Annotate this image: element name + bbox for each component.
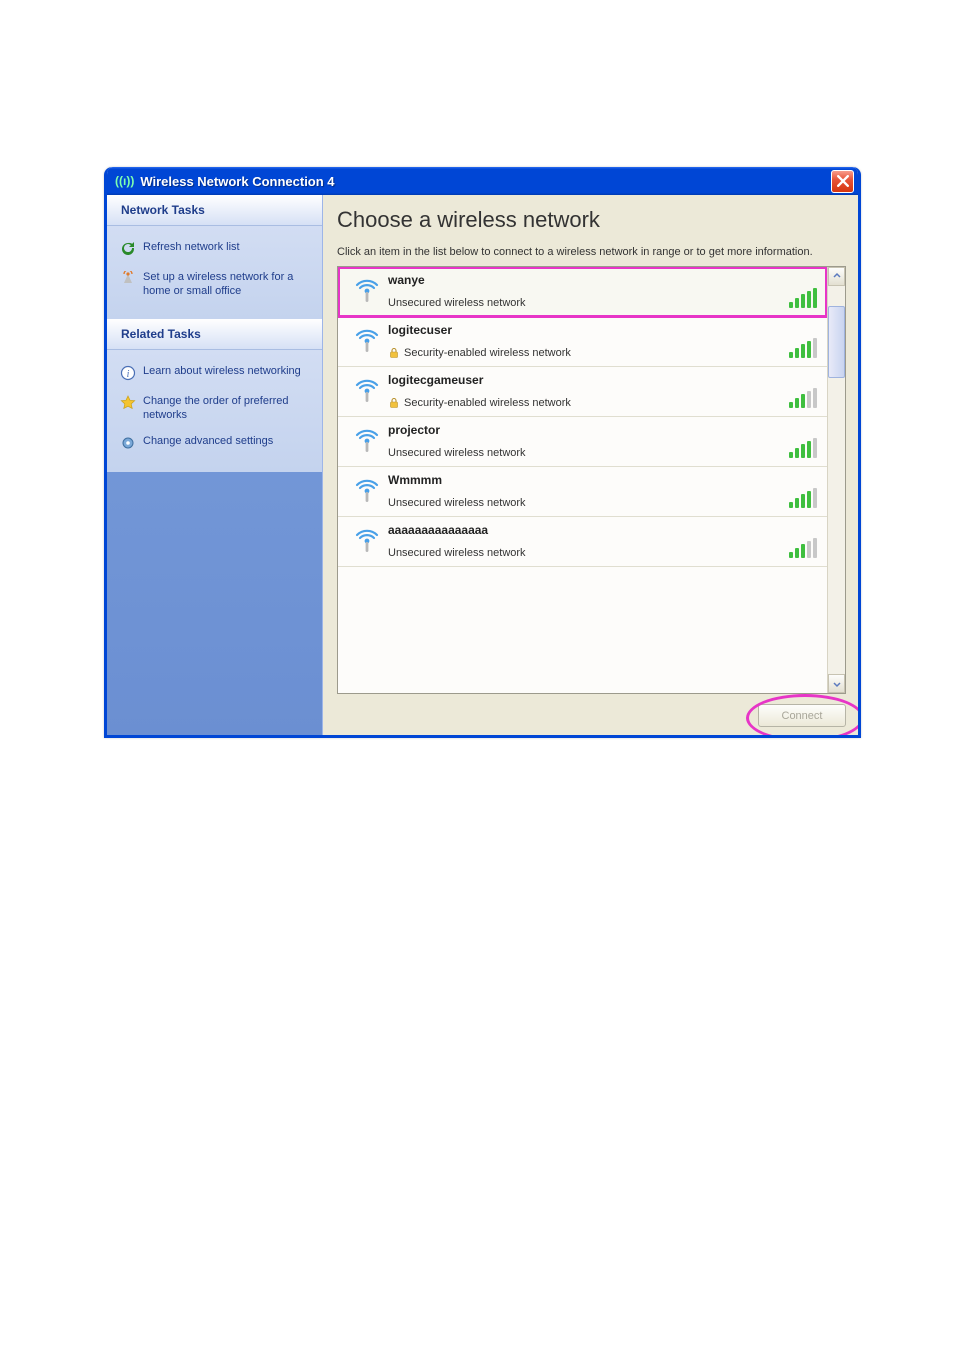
scroll-thumb[interactable] <box>828 306 845 378</box>
network-item[interactable]: wanye Unsecured wireless network <box>338 267 827 317</box>
wireless-icon <box>346 273 388 305</box>
task-change-order[interactable]: Change the order of preferred networks <box>117 388 312 429</box>
antenna-icon <box>119 270 137 288</box>
task-label: Set up a wireless network for a home or … <box>143 270 310 299</box>
wireless-window: ((ı)) Wireless Network Connection 4 Netw… <box>104 167 861 738</box>
network-item[interactable]: logitecuser Security-enabled wireless ne… <box>338 317 827 367</box>
svg-text:i: i <box>127 369 130 380</box>
network-status: Unsecured wireless network <box>388 547 819 559</box>
network-list-container: wanye Unsecured wireless network logitecus… <box>337 266 846 694</box>
sidebar: Network Tasks Refresh network list Set u… <box>107 195 323 735</box>
refresh-icon <box>119 240 137 258</box>
chevron-up-icon <box>833 272 841 280</box>
task-label: Refresh network list <box>143 240 240 254</box>
network-name: aaaaaaaaaaaaaaa <box>388 523 819 537</box>
task-advanced-settings[interactable]: Change advanced settings <box>117 428 312 458</box>
network-list[interactable]: wanye Unsecured wireless network logitecus… <box>338 267 827 693</box>
signal-bars-icon <box>789 388 817 408</box>
signal-bars-icon <box>789 338 817 358</box>
scroll-track[interactable] <box>828 286 845 674</box>
network-status: Unsecured wireless network <box>388 297 819 309</box>
wireless-icon <box>346 323 388 355</box>
signal-bars-icon <box>789 538 817 558</box>
page-title: Choose a wireless network <box>337 207 846 233</box>
network-status: Unsecured wireless network <box>388 447 819 459</box>
wireless-icon: ((ı)) <box>115 174 134 188</box>
panel-related-tasks: Related Tasks i Learn about wireless net… <box>107 319 322 473</box>
task-label: Change advanced settings <box>143 434 273 448</box>
close-button[interactable] <box>831 170 854 193</box>
scroll-down-button[interactable] <box>828 674 845 693</box>
network-item[interactable]: Wmmmm Unsecured wireless network <box>338 467 827 517</box>
panel-heading: Related Tasks <box>107 319 322 350</box>
network-item[interactable]: aaaaaaaaaaaaaaa Unsecured wireless networ… <box>338 517 827 567</box>
star-icon <box>119 394 137 412</box>
wireless-icon <box>346 373 388 405</box>
task-setup-wireless[interactable]: Set up a wireless network for a home or … <box>117 264 312 305</box>
wireless-icon <box>346 523 388 555</box>
task-label: Learn about wireless networking <box>143 364 301 378</box>
wireless-icon <box>346 423 388 455</box>
chevron-down-icon <box>833 680 841 688</box>
signal-bars-icon <box>789 488 817 508</box>
info-icon: i <box>119 364 137 382</box>
signal-bars-icon <box>789 438 817 458</box>
network-name: wanye <box>388 273 819 287</box>
wireless-icon <box>346 473 388 505</box>
panel-network-tasks: Network Tasks Refresh network list Set u… <box>107 195 322 319</box>
network-status: Security-enabled wireless network <box>388 397 819 409</box>
window-title: Wireless Network Connection 4 <box>140 174 831 189</box>
network-name: projector <box>388 423 819 437</box>
panel-heading: Network Tasks <box>107 195 322 226</box>
signal-bars-icon <box>789 288 817 308</box>
scrollbar[interactable] <box>827 267 845 693</box>
network-name: logitecgameuser <box>388 373 819 387</box>
network-name: logitecuser <box>388 323 819 337</box>
task-refresh-network-list[interactable]: Refresh network list <box>117 234 312 264</box>
titlebar[interactable]: ((ı)) Wireless Network Connection 4 <box>107 167 858 195</box>
task-learn-wireless[interactable]: i Learn about wireless networking <box>117 358 312 388</box>
network-item[interactable]: projector Unsecured wireless network <box>338 417 827 467</box>
scroll-up-button[interactable] <box>828 267 845 286</box>
network-status: Security-enabled wireless network <box>388 347 819 359</box>
instructions: Click an item in the list below to conne… <box>337 245 817 260</box>
close-icon <box>837 175 849 187</box>
network-name: Wmmmm <box>388 473 819 487</box>
connect-button[interactable]: Connect <box>758 704 846 727</box>
gear-icon <box>119 434 137 452</box>
network-status: Unsecured wireless network <box>388 497 819 509</box>
network-item[interactable]: logitecgameuser Security-enabled wireles… <box>338 367 827 417</box>
task-label: Change the order of preferred networks <box>143 394 310 423</box>
footer: Connect <box>337 694 846 727</box>
main-panel: Choose a wireless network Click an item … <box>323 195 858 735</box>
